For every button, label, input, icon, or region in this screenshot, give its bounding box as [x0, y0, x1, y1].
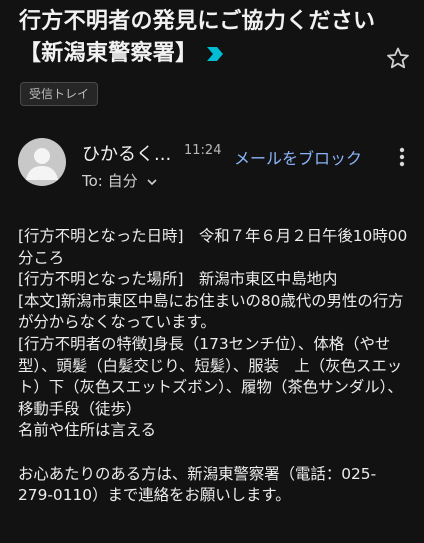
email-subject: 行方不明者の発見にご協力ください【新潟東警察署】 [19, 6, 379, 70]
more-vert-icon[interactable] [394, 145, 410, 169]
email-subject-text: 行方不明者の発見にご協力ください【新潟東警察署】 [19, 9, 376, 66]
star-icon[interactable] [386, 46, 410, 70]
body-line: [行方不明となった場所] 新潟市東区中島地内 [18, 270, 338, 289]
body-line: [本文]新潟市東区中島にお住まいの80歳代の男性の行方が分からなくなっています。 [18, 291, 404, 332]
chevron-down-icon [147, 178, 157, 185]
body-line: [行方不明となった日時] 令和７年６月２日午後10時00分ころ [18, 227, 408, 267]
sender-avatar[interactable] [18, 138, 66, 186]
body-line: [行方不明者の特徴]身長（173センチ位）、体格（やせ型）、頭髪（白髪交じり、短… [18, 334, 403, 418]
block-sender-link[interactable]: メールをブロック [234, 145, 362, 169]
body-line: 名前や住所は言える [18, 421, 157, 440]
sender-name[interactable]: ひかるく... [82, 140, 171, 166]
recipient-text: To: 自分 [82, 172, 138, 190]
inbox-label-chip[interactable]: 受信トレイ [20, 82, 99, 106]
body-closing: お心あたりのある方は、新潟東警察署（電話：025-279-0110）まで連絡をお… [18, 464, 377, 505]
email-body: [行方不明となった日時] 令和７年６月２日午後10時00分ころ [行方不明となっ… [18, 226, 410, 507]
sent-time: 11:24 [184, 143, 222, 158]
subject-area: 行方不明者の発見にご協力ください【新潟東警察署】 [19, 6, 379, 70]
recipient-details-toggle[interactable]: To: 自分 [82, 170, 158, 191]
importance-marker-icon[interactable] [207, 47, 224, 61]
person-avatar-icon [26, 148, 58, 180]
